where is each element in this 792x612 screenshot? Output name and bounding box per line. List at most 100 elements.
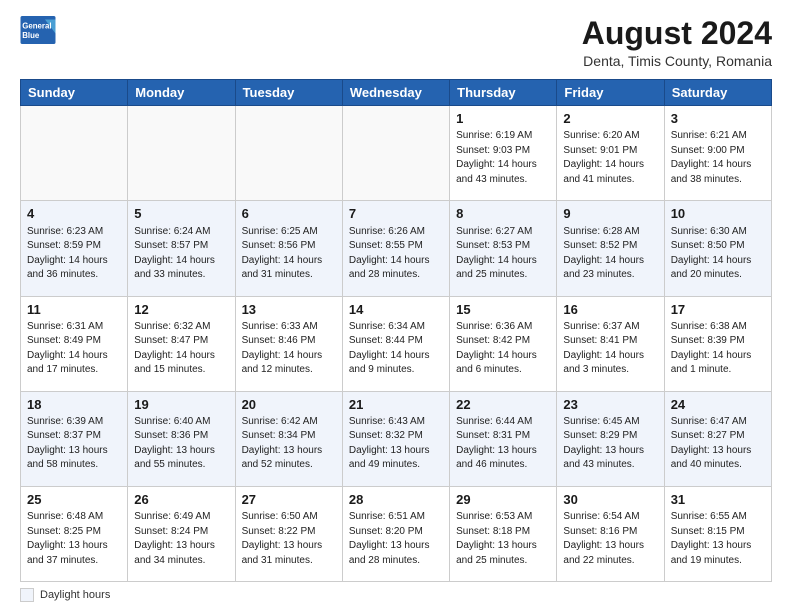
main-title: August 2024	[582, 16, 772, 51]
svg-text:Blue: Blue	[22, 31, 40, 40]
header-tuesday: Tuesday	[235, 80, 342, 106]
day-info: Sunrise: 6:43 AMSunset: 8:32 PMDaylight:…	[349, 415, 443, 473]
table-row: 5Sunrise: 6:24 AMSunset: 8:57 PMDaylight…	[128, 201, 235, 296]
day-number: 8	[456, 205, 550, 223]
daylight-box-icon	[20, 588, 34, 602]
day-info: Sunrise: 6:19 AMSunset: 9:03 PMDaylight:…	[456, 129, 550, 187]
day-number: 17	[671, 301, 765, 319]
day-info: Sunrise: 6:50 AMSunset: 8:22 PMDaylight:…	[242, 510, 336, 568]
day-number: 30	[563, 491, 657, 509]
day-info: Sunrise: 6:28 AMSunset: 8:52 PMDaylight:…	[563, 225, 657, 283]
table-row: 31Sunrise: 6:55 AMSunset: 8:15 PMDayligh…	[664, 486, 771, 581]
day-number: 31	[671, 491, 765, 509]
header-sunday: Sunday	[21, 80, 128, 106]
day-number: 10	[671, 205, 765, 223]
header: General Blue August 2024 Denta, Timis Co…	[20, 16, 772, 69]
table-row: 1Sunrise: 6:19 AMSunset: 9:03 PMDaylight…	[450, 106, 557, 201]
table-row: 28Sunrise: 6:51 AMSunset: 8:20 PMDayligh…	[342, 486, 449, 581]
table-row: 6Sunrise: 6:25 AMSunset: 8:56 PMDaylight…	[235, 201, 342, 296]
daylight-label: Daylight hours	[40, 589, 110, 601]
day-number: 7	[349, 205, 443, 223]
day-info: Sunrise: 6:49 AMSunset: 8:24 PMDaylight:…	[134, 510, 228, 568]
subtitle: Denta, Timis County, Romania	[582, 53, 772, 69]
day-number: 3	[671, 110, 765, 128]
calendar-week-2: 4 Sunrise: 6:23 AMSunset: 8:59 PMDaylight…	[21, 201, 772, 296]
header-monday: Monday	[128, 80, 235, 106]
header-friday: Friday	[557, 80, 664, 106]
day-info: Sunrise: 6:54 AMSunset: 8:16 PMDaylight:…	[563, 510, 657, 568]
day-number: 4	[27, 205, 121, 223]
day-info: Sunrise: 6:20 AMSunset: 9:01 PMDaylight:…	[563, 129, 657, 187]
table-row: 17Sunrise: 6:38 AMSunset: 8:39 PMDayligh…	[664, 296, 771, 391]
table-row: 10 Sunrise: 6:30 AMSunset: 8:50 PMDayligh…	[664, 201, 771, 296]
day-number: 13	[242, 301, 336, 319]
table-row: 30Sunrise: 6:54 AMSunset: 8:16 PMDayligh…	[557, 486, 664, 581]
calendar-week-5: 25Sunrise: 6:48 AMSunset: 8:25 PMDayligh…	[21, 486, 772, 581]
day-info: Sunrise: 6:45 AMSunset: 8:29 PMDaylight:…	[563, 415, 657, 473]
day-number: 23	[563, 396, 657, 414]
table-row: 29Sunrise: 6:53 AMSunset: 8:18 PMDayligh…	[450, 486, 557, 581]
day-number: 12	[134, 301, 228, 319]
day-number: 22	[456, 396, 550, 414]
table-row	[128, 106, 235, 201]
day-number: 16	[563, 301, 657, 319]
day-info: Sunrise: 6:37 AMSunset: 8:41 PMDaylight:…	[563, 320, 657, 378]
table-row: 24Sunrise: 6:47 AMSunset: 8:27 PMDayligh…	[664, 391, 771, 486]
logo-icon: General Blue	[20, 16, 56, 44]
day-number: 9	[563, 205, 657, 223]
svg-text:General: General	[22, 21, 51, 30]
day-info: Sunrise: 6:26 AMSunset: 8:55 PMDaylight:…	[349, 225, 443, 283]
title-section: August 2024 Denta, Timis County, Romania	[582, 16, 772, 69]
table-row	[21, 106, 128, 201]
day-number: 28	[349, 491, 443, 509]
day-info: Sunrise: 6:32 AMSunset: 8:47 PMDaylight:…	[134, 320, 228, 378]
table-row: 27Sunrise: 6:50 AMSunset: 8:22 PMDayligh…	[235, 486, 342, 581]
day-info: Sunrise: 6:31 AMSunset: 8:49 PMDaylight:…	[27, 320, 121, 378]
table-row: 23Sunrise: 6:45 AMSunset: 8:29 PMDayligh…	[557, 391, 664, 486]
calendar-week-1: 1Sunrise: 6:19 AMSunset: 9:03 PMDaylight…	[21, 106, 772, 201]
calendar-week-3: 11Sunrise: 6:31 AMSunset: 8:49 PMDayligh…	[21, 296, 772, 391]
day-info: Sunrise: 6:42 AMSunset: 8:34 PMDaylight:…	[242, 415, 336, 473]
table-row: 12Sunrise: 6:32 AMSunset: 8:47 PMDayligh…	[128, 296, 235, 391]
table-row: 8Sunrise: 6:27 AMSunset: 8:53 PMDaylight…	[450, 201, 557, 296]
page: General Blue August 2024 Denta, Timis Co…	[0, 0, 792, 612]
table-row: 15Sunrise: 6:36 AMSunset: 8:42 PMDayligh…	[450, 296, 557, 391]
day-info: Sunrise: 6:33 AMSunset: 8:46 PMDaylight:…	[242, 320, 336, 378]
day-info: Sunrise: 6:40 AMSunset: 8:36 PMDaylight:…	[134, 415, 228, 473]
day-number: 5	[134, 205, 228, 223]
table-row: 9 Sunrise: 6:28 AMSunset: 8:52 PMDaylight…	[557, 201, 664, 296]
day-number: 20	[242, 396, 336, 414]
day-number: 29	[456, 491, 550, 509]
day-info: Sunrise: 6:38 AMSunset: 8:39 PMDaylight:…	[671, 320, 765, 378]
header-thursday: Thursday	[450, 80, 557, 106]
day-number: 24	[671, 396, 765, 414]
day-info: Sunrise: 6:48 AMSunset: 8:25 PMDaylight:…	[27, 510, 121, 568]
table-row: 3Sunrise: 6:21 AMSunset: 9:00 PMDaylight…	[664, 106, 771, 201]
table-row: 21Sunrise: 6:43 AMSunset: 8:32 PMDayligh…	[342, 391, 449, 486]
calendar-week-4: 18Sunrise: 6:39 AMSunset: 8:37 PMDayligh…	[21, 391, 772, 486]
table-row: 19Sunrise: 6:40 AMSunset: 8:36 PMDayligh…	[128, 391, 235, 486]
table-row: 7 Sunrise: 6:26 AMSunset: 8:55 PMDaylight…	[342, 201, 449, 296]
table-row: 22Sunrise: 6:44 AMSunset: 8:31 PMDayligh…	[450, 391, 557, 486]
day-number: 2	[563, 110, 657, 128]
day-number: 26	[134, 491, 228, 509]
day-number: 1	[456, 110, 550, 128]
table-row	[342, 106, 449, 201]
table-row: 4 Sunrise: 6:23 AMSunset: 8:59 PMDaylight…	[21, 201, 128, 296]
day-number: 15	[456, 301, 550, 319]
day-info: Sunrise: 6:44 AMSunset: 8:31 PMDaylight:…	[456, 415, 550, 473]
day-number: 6	[242, 205, 336, 223]
day-number: 14	[349, 301, 443, 319]
day-info: Sunrise: 6:30 AMSunset: 8:50 PMDaylight:…	[671, 225, 765, 283]
footer: Daylight hours	[20, 588, 772, 602]
table-row: 25Sunrise: 6:48 AMSunset: 8:25 PMDayligh…	[21, 486, 128, 581]
day-info: Sunrise: 6:55 AMSunset: 8:15 PMDaylight:…	[671, 510, 765, 568]
day-info: Sunrise: 6:51 AMSunset: 8:20 PMDaylight:…	[349, 510, 443, 568]
calendar-header-row: Sunday Monday Tuesday Wednesday Thursday…	[21, 80, 772, 106]
day-number: 19	[134, 396, 228, 414]
table-row: 16Sunrise: 6:37 AMSunset: 8:41 PMDayligh…	[557, 296, 664, 391]
day-info: Sunrise: 6:23 AMSunset: 8:59 PMDaylight:…	[27, 225, 121, 283]
day-info: Sunrise: 6:53 AMSunset: 8:18 PMDaylight:…	[456, 510, 550, 568]
day-number: 18	[27, 396, 121, 414]
logo: General Blue	[20, 16, 56, 44]
